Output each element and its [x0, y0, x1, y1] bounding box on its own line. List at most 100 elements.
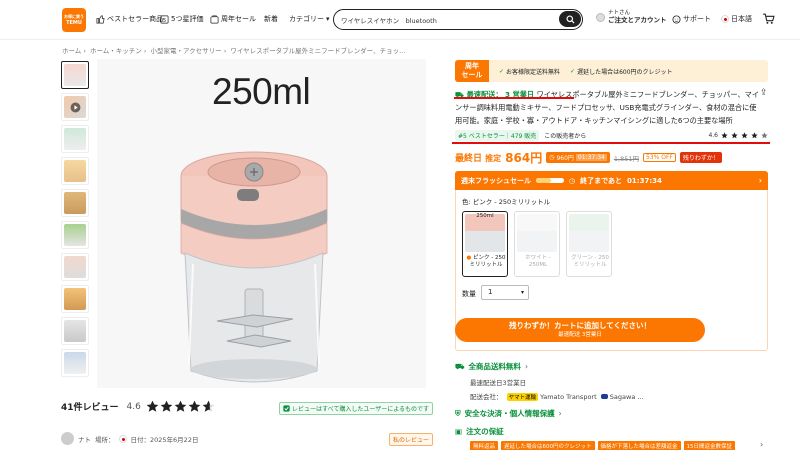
order-guarantee-row[interactable]: ▣ 注文の保証: [455, 426, 504, 437]
product-title: ⛟ 最速配送： 3 営業日 ワイヤレスポータブル屋外ミニフードブレンダー、チョッ…: [455, 88, 760, 127]
language-label: 日本語: [731, 15, 752, 23]
share-icon[interactable]: ⇪: [760, 88, 768, 98]
price-label: 最終日 推定: [455, 151, 501, 164]
guarantee-tag: 価格が下落した場合は差額返金: [597, 441, 681, 450]
breadcrumb-separator: ›: [223, 47, 227, 55]
seller-note[interactable]: この販売者から: [544, 131, 586, 140]
chevron-down-icon: ▾: [520, 289, 524, 296]
variant-pink[interactable]: 250ml ● ピンク - 250ミリリットル: [462, 211, 508, 277]
quantity-value: 1: [488, 288, 493, 296]
flash-progress-bar: [536, 178, 564, 183]
nav-categories[interactable]: カテゴリー ▾: [289, 14, 330, 24]
thumbnail-video[interactable]: [61, 93, 89, 121]
nav-anniversary-sale[interactable]: 周年セール: [210, 14, 256, 24]
support-link[interactable]: サポート: [672, 14, 711, 24]
breadcrumb-small-appliances[interactable]: 小型家電・アクセサリー: [151, 47, 222, 55]
breadcrumb-separator: ›: [83, 47, 86, 55]
add-to-cart-button[interactable]: 残りわずか！カートに追加してください！ 最速配送 3営業日: [455, 318, 705, 342]
reviewer-name: ナト: [78, 435, 91, 444]
flash-progress-fill: [536, 178, 552, 183]
thumbnail-6[interactable]: [61, 221, 89, 249]
main-product-image[interactable]: 250ml: [97, 59, 426, 388]
account-menu[interactable]: ナトさん ご注文とアカウント: [596, 10, 667, 24]
thumbnail-8[interactable]: [61, 285, 89, 313]
shipping-info-row[interactable]: ⛟ 全商品送料無料 ›: [455, 361, 528, 372]
carrier-name-2: Sagawa ...: [609, 393, 644, 401]
avatar: [596, 12, 605, 22]
coupon-badge[interactable]: ◷ 960円 01:37:34: [546, 152, 610, 163]
review-summary: 41件レビュー 4.6: [61, 400, 215, 413]
red-underline: [454, 97, 574, 99]
check-icon: ✓: [570, 67, 576, 75]
breadcrumb-home-kitchen[interactable]: ホーム・キッチン: [90, 47, 142, 55]
search-input[interactable]: [341, 13, 541, 26]
star-rating: [146, 400, 215, 413]
estimate-label: 推定: [485, 154, 502, 163]
thumbnail-9[interactable]: [61, 317, 89, 345]
quantity-select[interactable]: 1 ▾: [481, 285, 529, 300]
carrier-label: 配送会社：: [470, 393, 503, 401]
temu-logo[interactable]: お得に買う TEMU: [62, 8, 86, 32]
flash-sale-bar[interactable]: 週末フラッシュセール ◷ 終了まであと 01:37:34 ›: [455, 171, 768, 190]
thumbnail-3[interactable]: [61, 125, 89, 153]
chevron-right-icon[interactable]: ›: [760, 440, 763, 449]
star-icon: [731, 132, 738, 139]
search-button[interactable]: [559, 11, 581, 27]
variant-label-text: ピンク - 250ミリリットル: [469, 255, 506, 268]
chevron-right-icon: ›: [524, 362, 528, 371]
review-count[interactable]: 41件レビュー: [61, 400, 119, 413]
thumbnail-1[interactable]: [61, 61, 89, 89]
promo-delay-credit: ✓ 遅延した場合は600円のクレジット: [570, 67, 672, 76]
reviewer-location-label: 場所：: [95, 435, 115, 444]
nav-new-arrivals[interactable]: 新着: [264, 14, 278, 24]
bestseller-badge[interactable]: #5 ベストセラー｜479 販売: [455, 130, 540, 141]
breadcrumb-separator: ›: [143, 47, 147, 55]
review-date: 日付：2025年6月22日: [130, 435, 199, 444]
verified-text: レビューはすべて購入したユーザーによるものです: [292, 406, 430, 413]
coupon-timer: 01:37:34: [575, 154, 607, 161]
review-author-row: ナト 場所： 日付：2025年6月22日: [61, 432, 198, 445]
thumbnail-7[interactable]: [61, 253, 89, 281]
guarantee-tag: 15日間返金數保証: [683, 441, 736, 450]
thumbnail-10[interactable]: [61, 349, 89, 377]
thumbnail-4[interactable]: [61, 157, 89, 185]
variant-label: ホワイト - 250ML: [525, 255, 551, 268]
promo-tag-line2: セール: [461, 71, 483, 79]
language-selector[interactable]: 日本語: [721, 14, 752, 24]
cart-button[interactable]: [762, 12, 775, 27]
hot-icon: ●: [466, 255, 472, 261]
variant-white[interactable]: ホワイト - 250ML: [514, 211, 560, 277]
my-review-tag: 私のレビュー: [389, 433, 434, 446]
check-shield-icon: [283, 405, 290, 412]
clock-icon: ◷: [549, 154, 555, 161]
nav-label: カテゴリー: [289, 15, 324, 23]
promo-banner: 周年 セール ✓ お客様限定送料無料 ✓ 遅延した場合は600円のクレジット: [455, 60, 768, 82]
variant-label: ● ピンク - 250ミリリットル: [465, 255, 507, 269]
flash-timer: 01:37:34: [627, 176, 662, 185]
guarantee-tags: 無料返品 遅延した場合は600円のクレジット 価格が下落した場合は差額返金 15…: [470, 441, 736, 450]
thumbnail-list: [61, 61, 91, 381]
bestseller-row: #5 ベストセラー｜479 販売 この販売者から 4.6: [455, 130, 768, 141]
rating-value: 4.6: [708, 132, 718, 139]
nav-five-star[interactable]: 5 5つ星評価: [160, 14, 203, 24]
price-value: 864円: [505, 151, 543, 165]
search-icon: [565, 14, 575, 24]
review-score: 4.6: [126, 401, 141, 412]
variant-green[interactable]: グリーン - 250ミリリットル: [566, 211, 612, 277]
star-icon: [160, 400, 173, 412]
quantity-label: 数量: [462, 290, 476, 298]
free-shipping-title: 全商品送料無料: [468, 362, 521, 371]
breadcrumb: ホーム › ホーム・キッチン › 小型家電・アクセサリー › ワイヤレスポータブル屋外…: [62, 45, 407, 55]
add-to-cart-label: 残りわずか！カートに追加してください！: [508, 321, 652, 330]
japan-flag-icon: [721, 15, 729, 23]
secure-payment-title: 安全な決済・個人情報保護: [464, 409, 555, 418]
breadcrumb-home[interactable]: ホーム: [62, 47, 81, 55]
product-rating[interactable]: 4.6: [708, 132, 768, 139]
secure-payment-row[interactable]: ⛨ 安全な決済・個人情報保護 ›: [455, 408, 562, 419]
thumbnail-5[interactable]: [61, 189, 89, 217]
top-header: お得に買う TEMU ベストセラー商品 5 5つ星評価 周年セール 新着 カテゴ…: [0, 0, 800, 40]
sale-tag-icon: [210, 15, 219, 23]
flash-sale-title: 週末フラッシュセール: [461, 176, 531, 185]
nav-bestsellers[interactable]: ベストセラー商品: [96, 14, 163, 24]
promo-tag-line1: 周年: [465, 62, 479, 70]
